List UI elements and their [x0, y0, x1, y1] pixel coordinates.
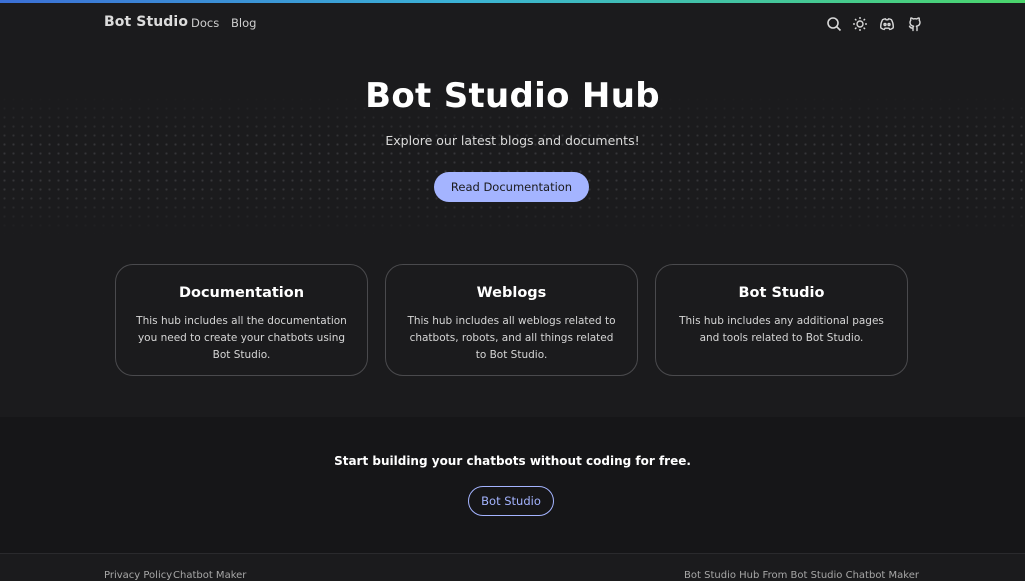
footer: Privacy Policy Chatbot Maker Bot Studio …	[0, 553, 1025, 581]
footer-link-chatbot-maker[interactable]: Chatbot Maker	[173, 570, 246, 581]
card-description: This hub includes all the documentation …	[136, 315, 347, 361]
footer-credit: Bot Studio Hub From Bot Studio Chatbot M…	[684, 570, 919, 581]
nav-link-docs[interactable]: Docs	[191, 16, 219, 30]
read-documentation-button[interactable]: Read Documentation	[434, 172, 589, 202]
card-description: This hub includes any additional pages a…	[679, 315, 884, 344]
card-bot-studio[interactable]: Bot Studio This hub includes any additio…	[655, 264, 908, 376]
hero-title: Bot Studio Hub	[365, 76, 660, 116]
cta-band-text: Start building your chatbots without cod…	[334, 454, 691, 468]
hero-subtitle: Explore our latest blogs and documents!	[385, 133, 640, 148]
brand-logo-text[interactable]: Bot Studio	[104, 14, 188, 30]
footer-link-privacy-policy[interactable]: Privacy Policy	[104, 570, 172, 581]
cta-band: Start building your chatbots without cod…	[0, 417, 1025, 553]
card-title: Bot Studio	[738, 285, 825, 301]
card-documentation[interactable]: Documentation This hub includes all the …	[115, 264, 368, 376]
sun-icon[interactable]	[852, 16, 868, 32]
dot-pattern-background	[0, 95, 1025, 235]
nav-link-blog[interactable]: Blog	[231, 16, 256, 30]
navbar: Bot Studio Docs Blog	[0, 3, 1025, 45]
card-title: Documentation	[178, 285, 305, 301]
card-weblogs[interactable]: Weblogs This hub includes all weblogs re…	[385, 264, 638, 376]
card-description: This hub includes all weblogs related to…	[407, 315, 616, 361]
bot-studio-button[interactable]: Bot Studio	[468, 486, 554, 516]
card-title: Weblogs	[476, 285, 547, 301]
search-icon[interactable]	[826, 16, 842, 32]
discord-icon[interactable]	[879, 16, 895, 32]
github-icon[interactable]	[907, 16, 923, 32]
